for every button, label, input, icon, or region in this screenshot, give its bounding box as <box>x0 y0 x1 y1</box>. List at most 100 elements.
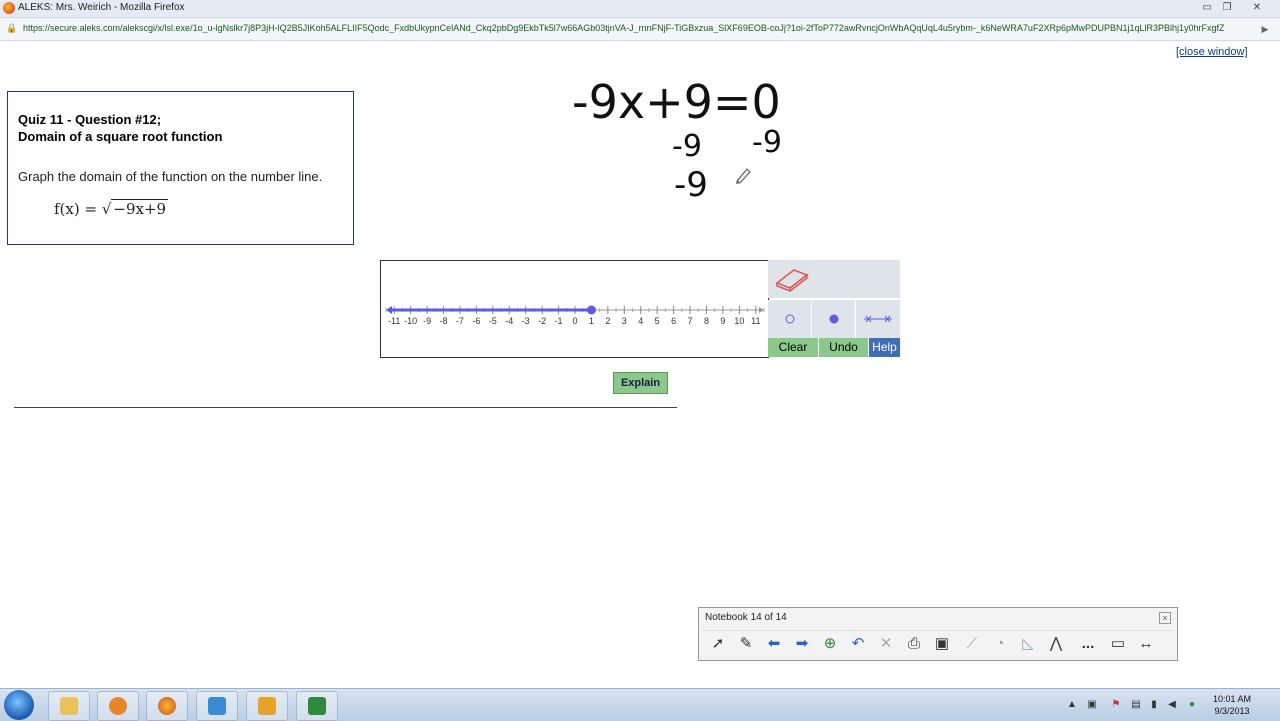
taskbar-media-player[interactable] <box>97 691 139 721</box>
open-point-tool[interactable] <box>768 300 811 338</box>
radical-sign-icon: √ <box>101 200 112 218</box>
number-line[interactable]: -11 -10 -9 -8 -7 -6 -5 -4 -3 -2 -1 0 1 2 3 4 5 6 7 8 9 10 11 <box>381 261 768 357</box>
minimize-button[interactable]: ▭ <box>1198 1 1216 14</box>
divider <box>14 407 677 408</box>
taskbar-explorer[interactable] <box>48 691 90 721</box>
closed-point-tool[interactable] <box>812 300 855 338</box>
graph-tools: Clear Undo Help <box>768 260 900 357</box>
undo-button[interactable]: Undo <box>819 338 868 357</box>
tick-label: 0 <box>572 316 577 326</box>
shaded-left-arrow <box>386 306 392 314</box>
undo-icon[interactable]: ↶ <box>847 634 869 654</box>
tick-label: -5 <box>489 316 497 326</box>
interval-icon <box>864 315 892 323</box>
formula-radicand: −9x+9 <box>111 199 169 218</box>
ruler-icon[interactable]: ⟋ <box>961 634 983 654</box>
delete-icon[interactable]: ✕ <box>875 634 897 654</box>
interval-tool[interactable] <box>856 300 900 338</box>
triangle-icon[interactable]: ◺ <box>1017 634 1039 654</box>
tray-app-icon[interactable]: ▣ <box>1086 699 1098 711</box>
notebook-toolbar: Notebook 14 of 14 × ➚ ✎ ⬅ ➡ ⊕ ↶ ✕ ⎙ ▣ ⟋ … <box>698 607 1178 661</box>
add-page-icon[interactable]: ⊕ <box>819 634 841 654</box>
tick-label: -1 <box>555 316 563 326</box>
tick-label: -2 <box>538 316 546 326</box>
tick-label: -6 <box>472 316 480 326</box>
number-line-panel[interactable]: -11 -10 -9 -8 -7 -6 -5 -4 -3 -2 -1 0 1 2 3 4 5 6 7 8 9 10 11 <box>380 260 769 358</box>
taskbar-firefox[interactable] <box>146 691 188 721</box>
question-title-line2: Domain of a square root function <box>18 129 223 144</box>
select-arrow-icon[interactable]: ➚ <box>707 634 729 654</box>
eraser-tool[interactable] <box>768 260 900 298</box>
endpoint-closed-dot[interactable] <box>586 305 596 315</box>
taskbar-excel[interactable] <box>296 691 338 721</box>
firefox-icon <box>3 2 15 14</box>
window-title: ALEKS: Mrs. Weirich - Mozilla Firefox <box>18 2 185 13</box>
close-window-link[interactable]: [close window] <box>1176 46 1248 58</box>
gallery-icon[interactable]: ▣ <box>931 634 953 654</box>
close-button[interactable]: ✕ <box>1248 1 1266 14</box>
back-arrow-icon[interactable]: ⬅ <box>763 634 785 654</box>
tick-label: -3 <box>522 316 530 326</box>
tick-label: 10 <box>734 316 744 326</box>
taskbar: ▲ ▣ ⚑ ▤ ▮ ◀ ● 10:01 AM 9/3/2013 <box>0 688 1280 721</box>
scroll-right-icon[interactable]: ▶ <box>1258 22 1272 36</box>
clear-button[interactable]: Clear <box>768 338 818 357</box>
notebook-title: Notebook 14 of 14 <box>705 612 787 623</box>
open-circle-icon <box>785 314 795 324</box>
restore-button[interactable]: ❐ <box>1218 1 1236 14</box>
formula-lhs: f(x) = <box>54 200 98 218</box>
window-titlebar: ALEKS: Mrs. Weirich - Mozilla Firefox ▭ … <box>0 0 1280 18</box>
screen-capture-icon[interactable]: ⎙ <box>903 634 925 654</box>
lock-icon: 🔒 <box>6 23 18 33</box>
tray-status-icon[interactable]: ● <box>1186 699 1198 711</box>
taskbar-notes[interactable] <box>196 691 238 721</box>
tick-label: 6 <box>671 316 676 326</box>
pen-icon[interactable]: ✎ <box>735 634 757 654</box>
url-text[interactable]: https://secure.aleks.com/alekscgi/x/lsl.… <box>23 23 1255 33</box>
tick-label: -4 <box>505 316 513 326</box>
volume-icon[interactable]: ◀ <box>1166 699 1178 711</box>
address-bar[interactable]: 🔒 https://secure.aleks.com/alekscgi/x/ls… <box>0 18 1280 41</box>
tick-label: -8 <box>440 316 448 326</box>
firefox-taskbar-icon <box>158 697 176 715</box>
tray-expand-icon[interactable]: ▲ <box>1066 699 1078 711</box>
tick-label: 4 <box>638 316 643 326</box>
tick-label: 8 <box>704 316 709 326</box>
help-button[interactable]: Help <box>869 338 900 357</box>
function-formula: f(x) = √ −9x+9 <box>54 199 169 218</box>
question-panel: Quiz 11 - Question #12; Domain of a squa… <box>7 91 354 245</box>
network-icon[interactable]: ▮ <box>1148 699 1160 711</box>
notebook-close-button[interactable]: × <box>1159 612 1171 624</box>
explain-button[interactable]: Explain <box>613 372 668 394</box>
tray-security-icon[interactable]: ⚑ <box>1110 699 1122 711</box>
tick-label: 9 <box>720 316 725 326</box>
display-icon[interactable]: ▭ <box>1107 634 1129 654</box>
handwritten-work: -9x+9=0 -9 -9 -9 <box>572 75 782 205</box>
closed-circle-icon <box>829 314 839 324</box>
folder-icon <box>60 697 78 715</box>
pen-cursor-icon <box>736 168 751 184</box>
more-tools-icon[interactable]: ... <box>1077 634 1099 654</box>
start-button[interactable] <box>4 690 34 720</box>
compass-icon[interactable]: ⋀ <box>1045 634 1067 654</box>
excel-icon <box>308 697 326 715</box>
tick-label: -9 <box>423 316 431 326</box>
tick-label: 11 <box>751 316 760 326</box>
tick-label: 3 <box>622 316 627 326</box>
handwriting-line2-left: -9 <box>672 129 702 164</box>
clock[interactable]: 10:01 AM 9/3/2013 <box>1208 693 1256 717</box>
taskbar-outlook[interactable] <box>246 691 288 721</box>
eraser-icon <box>775 269 809 292</box>
outlook-icon <box>258 697 276 715</box>
tick-label: 2 <box>605 316 610 326</box>
question-title-line1: Quiz 11 - Question #12; <box>18 112 162 127</box>
tray-device-icon[interactable]: ▤ <box>1130 699 1142 711</box>
forward-arrow-icon[interactable]: ➡ <box>791 634 813 654</box>
protractor-icon[interactable]: ◔ <box>989 634 1011 654</box>
expand-icon[interactable]: ↔ <box>1135 634 1157 654</box>
handwriting-line3: -9 <box>674 165 708 205</box>
question-instruction: Graph the domain of the function on the … <box>18 169 323 184</box>
tick-label: -11 <box>388 316 400 326</box>
notebook-tools: ➚ ✎ ⬅ ➡ ⊕ ↶ ✕ ⎙ ▣ ⟋ ◔ ◺ ⋀ ... ▭ ↔ <box>703 630 1173 657</box>
tick-label: 5 <box>655 316 660 326</box>
